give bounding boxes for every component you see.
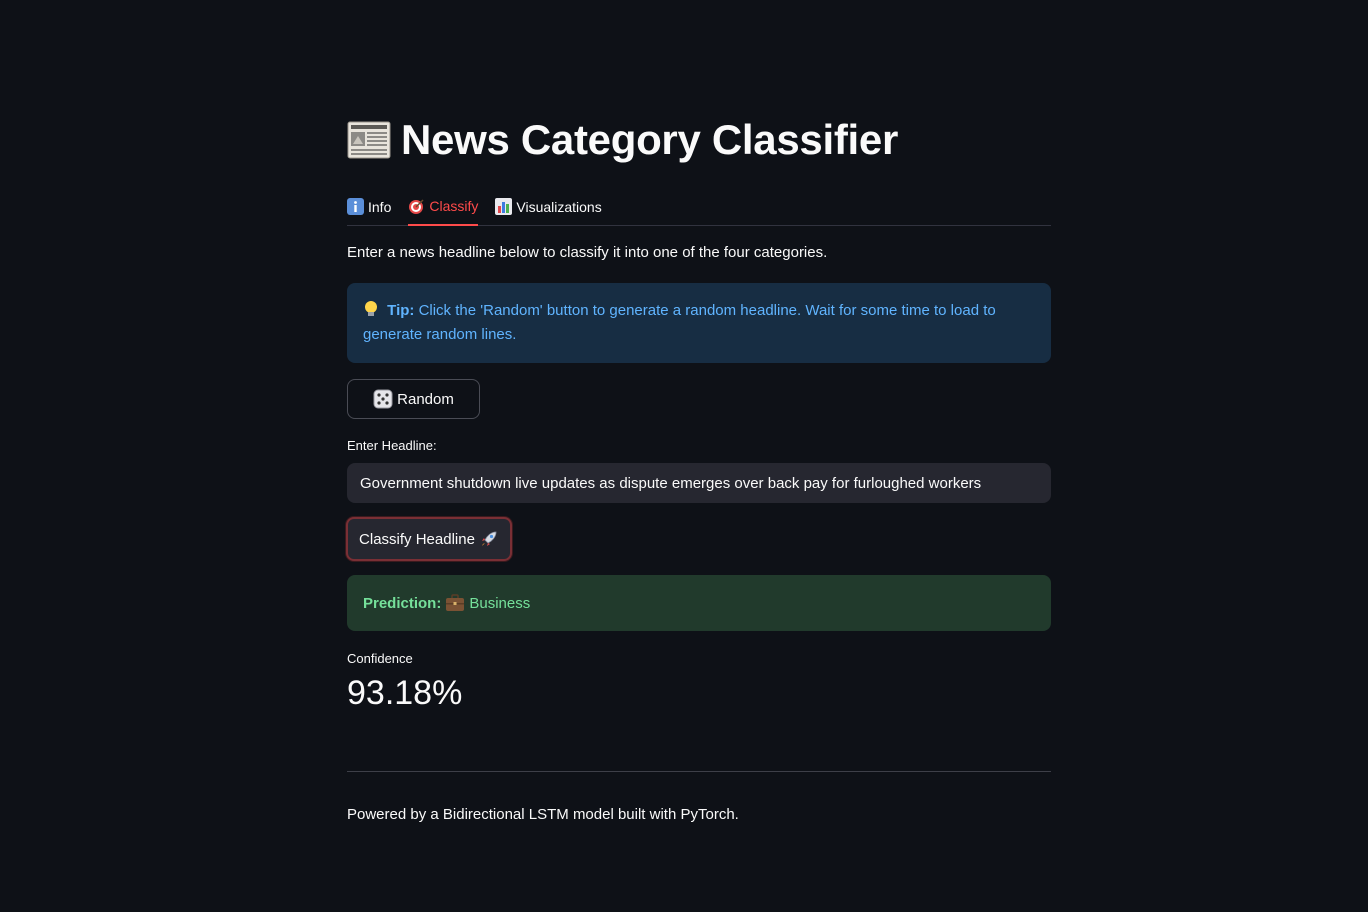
dice-icon [373,389,393,409]
tab-classify[interactable]: Classify [408,188,479,226]
confidence-label: Confidence [347,651,413,666]
tab-info[interactable]: Info [347,188,391,225]
prediction-alert: Prediction: Business [347,575,1051,631]
tab-visualizations[interactable]: Visualizations [495,188,602,225]
page-title: News Category Classifier [347,116,898,164]
random-button-label: Random [397,390,454,408]
target-icon [409,198,424,214]
headline-input[interactable] [347,463,1051,503]
footer-divider [347,771,1051,772]
classify-button[interactable]: Classify Headline [346,517,512,561]
briefcase-icon [446,594,465,611]
footer-text: Powered by a Bidirectional LSTM model bu… [347,806,739,823]
tip-alert: Tip: Click the 'Random' button to genera… [347,283,1051,363]
tip-label: Tip: [387,302,415,319]
bar-chart-icon [495,198,513,215]
confidence-value: 93.18% [347,674,463,712]
prediction-value: Business [469,594,531,612]
rocket-icon [481,531,497,546]
newspaper-icon [347,121,391,159]
random-button[interactable]: Random [347,379,480,419]
classify-button-label: Classify Headline [359,530,475,548]
tip-text: Click the 'Random' button to generate a … [363,302,996,343]
page-title-text: News Category Classifier [401,116,899,163]
tab-info-label: Info [368,198,392,215]
tab-classify-label: Classify [429,198,479,214]
info-icon [347,198,364,215]
lightbulb-icon [365,301,377,316]
intro-text: Enter a news headline below to classify … [347,244,828,261]
headline-label: Enter Headline: [347,438,437,453]
tab-visualizations-label: Visualizations [516,198,602,215]
prediction-label: Prediction: [363,594,442,612]
tab-bar: Info Classify Visualizations [347,188,1051,226]
